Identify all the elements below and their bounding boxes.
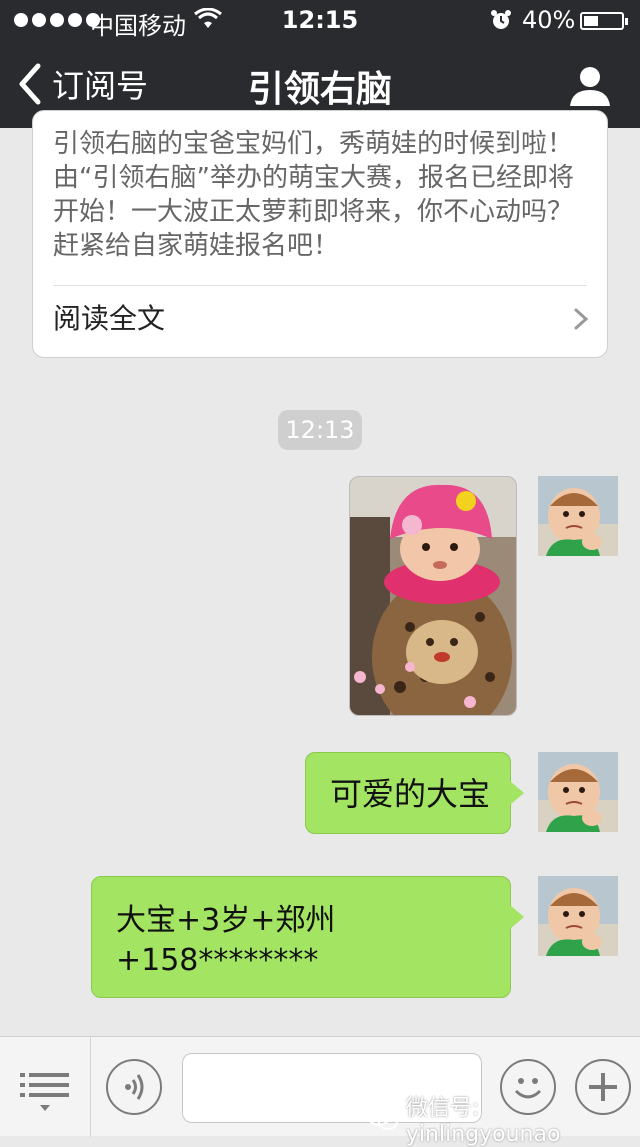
baby-photo-image <box>350 477 516 715</box>
bubble-tail <box>510 905 524 929</box>
article-card[interactable]: 引领右脑的宝爸宝妈们，秀萌娃的时候到啦！由“引领右脑”举办的萌宝大赛，报名已经即… <box>32 110 608 358</box>
user-avatar[interactable] <box>538 752 618 832</box>
avatar-image <box>538 876 618 956</box>
sent-message-bubble[interactable]: 可爱的大宝 <box>305 752 524 834</box>
voice-button[interactable] <box>106 1059 162 1115</box>
status-bar: 中国移动 12:15 40% <box>0 0 640 40</box>
toolbar-divider <box>90 1037 91 1137</box>
menu-list-icon[interactable] <box>20 1067 70 1119</box>
avatar-image <box>538 476 618 556</box>
avatar-image <box>538 752 618 832</box>
message-text-line: 大宝+3岁+郑州 <box>116 903 336 938</box>
user-avatar[interactable] <box>538 876 618 956</box>
watermark-text: 微信号: yinlingyounao <box>405 1096 561 1147</box>
profile-icon[interactable] <box>568 64 612 108</box>
message-text: 可爱的大宝 <box>330 775 491 813</box>
chevron-right-icon <box>574 308 589 330</box>
bubble-tail <box>510 781 524 805</box>
watermark: 微信号: yinlingyounao <box>368 1090 640 1147</box>
battery-icon <box>580 12 628 30</box>
page-title: 引领右脑 <box>247 69 392 110</box>
article-summary: 引领右脑的宝爸宝妈们，秀萌娃的时候到啦！由“引领右脑”举办的萌宝大赛，报名已经即… <box>53 129 574 261</box>
message-text-line: +158******** <box>116 943 319 978</box>
top-bar: 中国移动 12:15 40% 订阅号 引领右脑 <box>0 0 640 128</box>
message-timestamp: 12:13 <box>278 410 362 450</box>
card-divider <box>53 285 587 286</box>
battery-percent: 40% <box>522 6 576 34</box>
alarm-icon <box>491 10 511 29</box>
voice-icon <box>125 1074 144 1100</box>
wechat-icon <box>368 1107 398 1130</box>
read-more-link[interactable]: 阅读全文 <box>53 299 165 339</box>
sent-message-bubble[interactable]: 大宝+3岁+郑州 +158******** <box>91 876 524 998</box>
sent-photo[interactable] <box>349 476 517 716</box>
user-avatar[interactable] <box>538 476 618 556</box>
